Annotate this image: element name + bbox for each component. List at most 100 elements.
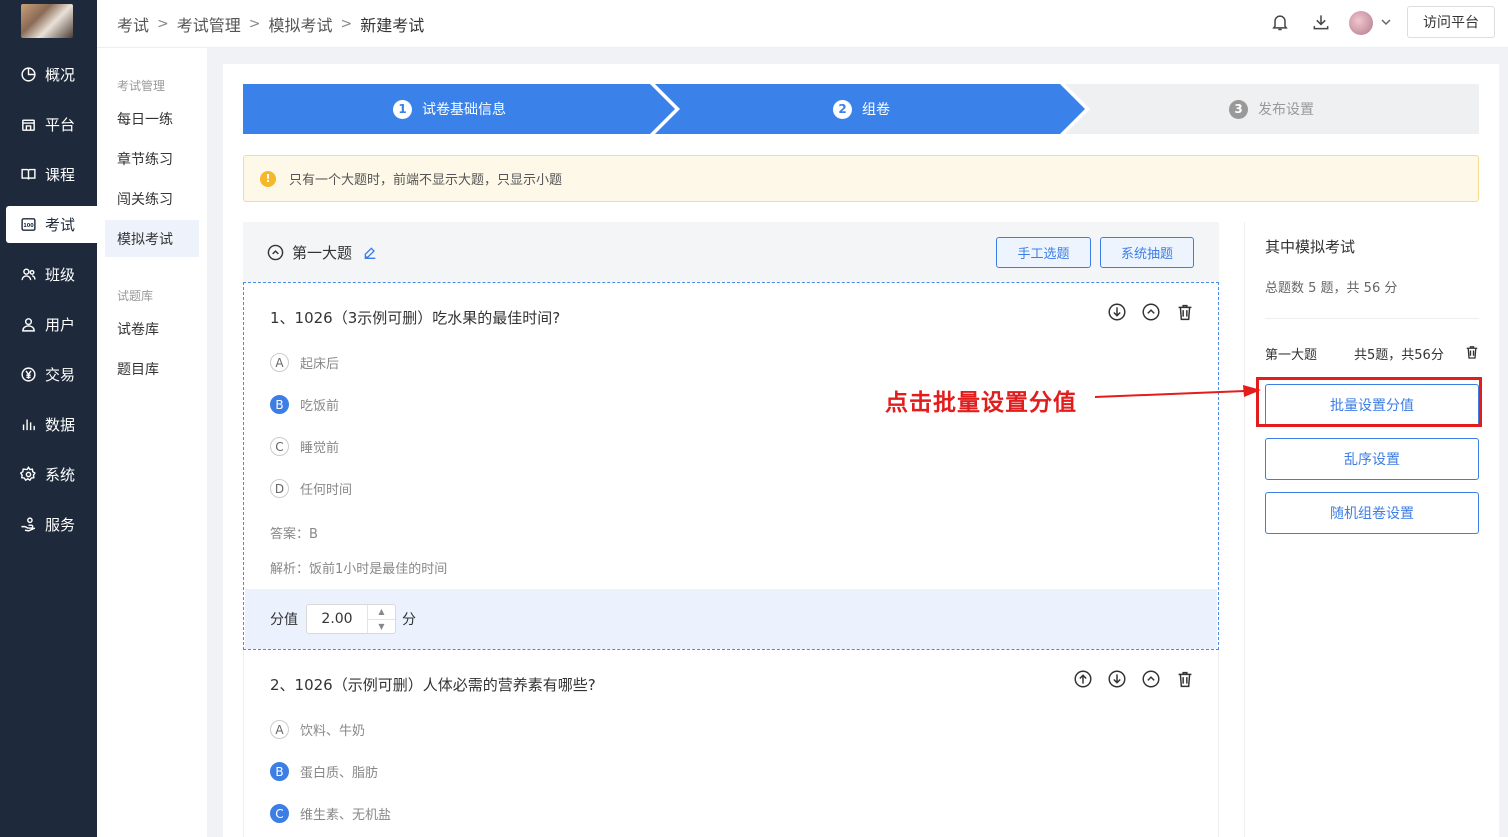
edit-icon[interactable] bbox=[362, 245, 378, 261]
service-hand-icon bbox=[21, 517, 36, 532]
section-title-text: 第一大题 bbox=[292, 244, 353, 262]
subnav-item-level[interactable]: 闯关练习 bbox=[105, 180, 199, 217]
steps-bar: 1 试卷基础信息 2 组卷 3 发布设置 bbox=[243, 84, 1479, 134]
gear-icon bbox=[20, 466, 36, 482]
sidebar-item-users[interactable]: 用户 bbox=[6, 306, 97, 343]
section-title: 第一大题 bbox=[267, 242, 386, 263]
svg-text:100: 100 bbox=[23, 223, 34, 229]
shuffle-settings-button[interactable]: 乱序设置 bbox=[1265, 438, 1479, 480]
score-stepper[interactable]: ▲ ▼ bbox=[306, 604, 396, 634]
download-icon[interactable] bbox=[1311, 12, 1331, 32]
question-card[interactable]: 2、1026（示例可删）人体必需的营养素有哪些? A 饮料、牛奶 B 蛋白质、脂… bbox=[243, 650, 1219, 837]
user-icon bbox=[22, 318, 35, 332]
breadcrumb-item[interactable]: 考试管理 bbox=[177, 12, 241, 36]
question-actions bbox=[1072, 668, 1196, 690]
summary-section-count: 共5题，共56分 bbox=[1354, 348, 1444, 363]
step-compose[interactable]: 2 组卷 bbox=[833, 99, 890, 119]
option-text: 维生素、无机盐 bbox=[300, 808, 392, 823]
increment-icon[interactable]: ▲ bbox=[368, 605, 395, 620]
main-sidebar: 概况 平台 课程 100 考试 班级 用户 交易 数据 系统 服务 bbox=[0, 0, 97, 837]
step-number: 1 bbox=[393, 99, 412, 119]
question-card[interactable]: 1、1026（3示例可删）吃水果的最佳时间? A 起床后 B 吃饭前 C 睡觉前… bbox=[243, 282, 1219, 650]
manual-select-button[interactable]: 手工选题 bbox=[996, 237, 1091, 268]
sidebar-item-system[interactable]: 系统 bbox=[6, 456, 97, 493]
book-icon bbox=[21, 168, 36, 180]
summary-section-name: 第一大题 bbox=[1265, 348, 1318, 363]
collapse-up-icon[interactable] bbox=[1140, 668, 1162, 690]
annotation-highlight-box bbox=[1256, 377, 1482, 427]
collapse-icon[interactable] bbox=[267, 244, 284, 261]
trash-icon[interactable] bbox=[1463, 343, 1481, 361]
summary-title: 其中模拟考试 bbox=[1265, 238, 1356, 256]
option-letter: A bbox=[270, 353, 289, 372]
option-item: A 饮料、牛奶 bbox=[270, 720, 365, 739]
breadcrumb-separator: > bbox=[248, 16, 261, 32]
option-item: D 任何时间 bbox=[270, 479, 352, 498]
decrement-icon[interactable]: ▼ bbox=[368, 620, 395, 634]
move-up-icon[interactable] bbox=[1072, 668, 1094, 690]
sidebar-item-data[interactable]: 数据 bbox=[6, 406, 97, 443]
step-publish[interactable]: 3 发布设置 bbox=[1229, 99, 1314, 119]
store-icon bbox=[22, 119, 35, 131]
trash-icon[interactable] bbox=[1174, 301, 1196, 323]
step-basic-info[interactable]: 1 试卷基础信息 bbox=[393, 99, 506, 119]
chevron-down-icon[interactable] bbox=[1380, 16, 1392, 28]
sidebar-item-class[interactable]: 班级 bbox=[6, 256, 97, 293]
exam-100-icon: 100 bbox=[21, 218, 36, 231]
sidebar-item-overview[interactable]: 概况 bbox=[6, 56, 97, 93]
score-unit: 分 bbox=[402, 612, 416, 628]
option-text: 蛋白质、脂肪 bbox=[300, 766, 379, 781]
move-down-icon[interactable] bbox=[1106, 668, 1128, 690]
question-title: 1、1026（3示例可删）吃水果的最佳时间? bbox=[270, 309, 561, 327]
sidebar-item-label: 课程 bbox=[45, 166, 76, 184]
random-compose-button[interactable]: 随机组卷设置 bbox=[1265, 492, 1479, 534]
sidebar-item-trade[interactable]: 交易 bbox=[6, 356, 97, 393]
section-header: 第一大题 手工选题 系统抽题 bbox=[243, 222, 1219, 282]
subnav-group-title: 考试管理 bbox=[117, 79, 166, 93]
option-item: B 蛋白质、脂肪 bbox=[270, 762, 378, 781]
option-item: A 起床后 bbox=[270, 353, 339, 372]
sidebar-item-service[interactable]: 服务 bbox=[6, 506, 97, 543]
question-actions bbox=[1106, 301, 1196, 323]
sidebar-item-label: 数据 bbox=[45, 416, 76, 434]
subnav-item-paper-bank[interactable]: 试卷库 bbox=[105, 310, 199, 347]
yen-circle-icon bbox=[21, 367, 36, 382]
subnav-item-question-bank[interactable]: 题目库 bbox=[105, 350, 199, 387]
score-input[interactable] bbox=[307, 605, 367, 633]
option-item: B 吃饭前 bbox=[270, 395, 339, 414]
breadcrumb-item[interactable]: 考试 bbox=[117, 12, 149, 36]
option-text: 任何时间 bbox=[300, 483, 353, 498]
visit-platform-button[interactable]: 访问平台 bbox=[1407, 6, 1495, 38]
notice-banner: ! 只有一个大题时，前端不显示大题，只显示小题 bbox=[243, 155, 1479, 202]
subnav-group-title: 试题库 bbox=[117, 289, 154, 303]
subnav-item-chapter[interactable]: 章节练习 bbox=[105, 140, 199, 177]
group-icon bbox=[21, 268, 36, 281]
trash-icon[interactable] bbox=[1174, 668, 1196, 690]
sidebar-item-label: 系统 bbox=[45, 466, 76, 484]
sidebar-item-label: 平台 bbox=[45, 116, 76, 134]
move-down-icon[interactable] bbox=[1106, 301, 1128, 323]
stepper-arrows: ▲ ▼ bbox=[367, 605, 395, 633]
logo[interactable] bbox=[21, 4, 73, 38]
secondary-sidebar: 考试管理 每日一练 章节练习 闯关练习 模拟考试 试题库 试卷库 题目库 bbox=[97, 48, 207, 837]
subnav-item-daily[interactable]: 每日一练 bbox=[105, 100, 199, 137]
sidebar-item-label: 用户 bbox=[45, 316, 76, 334]
bell-icon[interactable] bbox=[1270, 12, 1290, 32]
sidebar-item-platform[interactable]: 平台 bbox=[6, 106, 97, 143]
answer-text: 答案：B bbox=[270, 527, 318, 542]
breadcrumb-current: 新建考试 bbox=[360, 16, 425, 35]
collapse-up-icon[interactable] bbox=[1140, 301, 1162, 323]
sidebar-item-exam[interactable]: 100 考试 bbox=[6, 206, 97, 243]
sidebar-item-courses[interactable]: 课程 bbox=[6, 156, 97, 193]
bar-chart-icon bbox=[22, 419, 35, 431]
summary-total: 总题数 5 题，共 56 分 bbox=[1265, 281, 1398, 296]
breadcrumb-item[interactable]: 模拟考试 bbox=[269, 12, 333, 36]
step-number: 3 bbox=[1229, 99, 1248, 119]
system-draw-button[interactable]: 系统抽题 bbox=[1100, 237, 1194, 268]
option-letter: B bbox=[270, 395, 289, 414]
option-text: 吃饭前 bbox=[300, 399, 340, 414]
summary-divider bbox=[1265, 318, 1479, 319]
avatar[interactable] bbox=[1349, 11, 1373, 35]
option-letter: C bbox=[270, 804, 289, 823]
subnav-item-mock-exam[interactable]: 模拟考试 bbox=[105, 220, 199, 257]
